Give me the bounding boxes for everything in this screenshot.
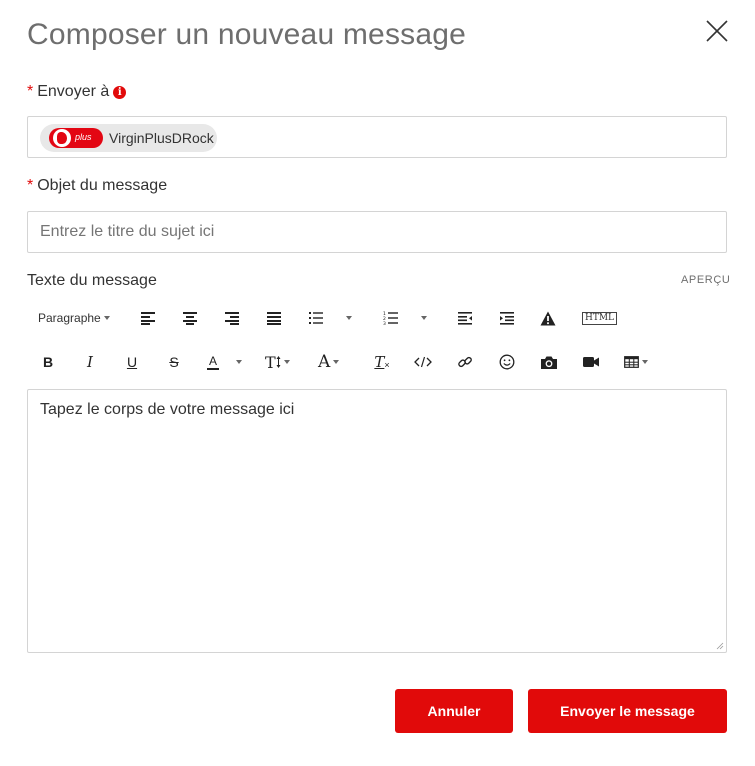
- align-center-icon: [183, 312, 197, 325]
- code-icon: [414, 356, 432, 368]
- insert-image-button[interactable]: [539, 350, 559, 374]
- svg-text:3: 3: [383, 321, 386, 325]
- smiley-icon: [499, 354, 515, 370]
- chevron-down-icon: [283, 360, 290, 364]
- resize-handle-icon[interactable]: [716, 642, 724, 650]
- close-button[interactable]: [704, 18, 730, 44]
- font-family-dropdown[interactable]: A: [318, 350, 348, 374]
- html-icon: HTML: [581, 311, 618, 325]
- indent-button[interactable]: [498, 306, 516, 330]
- recipient-field[interactable]: plus VirginPlusDRock: [27, 116, 727, 158]
- numbered-list-icon: 1 2 3: [383, 311, 398, 325]
- font-size-icon: T: [265, 352, 276, 372]
- chevron-down-icon: [103, 316, 110, 320]
- chevron-down-icon: [421, 316, 427, 320]
- font-color-icon: A: [207, 353, 220, 370]
- bold-icon: B: [42, 354, 54, 370]
- recipient-chip-name: VirginPlusDRock: [109, 130, 214, 146]
- insert-video-button[interactable]: [581, 350, 601, 374]
- dialog-title: Composer un nouveau message: [27, 18, 466, 51]
- strikethrough-icon: S: [169, 354, 179, 370]
- html-source-button[interactable]: HTML: [581, 306, 618, 330]
- subject-label: * Objet du message: [27, 177, 167, 195]
- chevron-down-icon: [333, 360, 340, 364]
- required-marker: *: [27, 177, 34, 194]
- code-button[interactable]: [413, 350, 433, 374]
- recipient-label-text: Envoyer à: [37, 83, 110, 100]
- preview-link[interactable]: APERÇU: [681, 274, 730, 286]
- cancel-button[interactable]: Annuler: [395, 689, 513, 733]
- up-down-arrows-icon: [276, 356, 281, 368]
- clear-format-icon: T: [374, 353, 385, 371]
- bold-button[interactable]: B: [40, 350, 56, 374]
- special-warning-button[interactable]: [539, 306, 557, 330]
- info-icon[interactable]: i: [113, 86, 127, 99]
- avatar: plus: [49, 128, 103, 148]
- insert-table-dropdown[interactable]: [624, 350, 654, 374]
- align-right-icon: [225, 312, 239, 325]
- subject-label-text: Objet du message: [37, 177, 168, 194]
- paragraph-format-label: Paragraphe: [38, 311, 101, 325]
- message-label: Texte du message: [27, 272, 157, 289]
- bullet-list-dropdown[interactable]: [308, 306, 356, 330]
- align-left-button[interactable]: [139, 306, 157, 330]
- required-marker: *: [27, 83, 34, 100]
- align-left-icon: [141, 312, 155, 325]
- strikethrough-button[interactable]: S: [166, 350, 182, 374]
- emoji-button[interactable]: [498, 350, 516, 374]
- camera-icon: [541, 356, 557, 369]
- numbered-list-dropdown[interactable]: 1 2 3: [383, 306, 431, 330]
- indent-icon: [500, 312, 514, 325]
- underline-icon: U: [126, 354, 138, 370]
- bullet-list-icon: [309, 312, 323, 324]
- underline-button[interactable]: U: [124, 350, 140, 374]
- warning-icon: [540, 311, 556, 325]
- recipient-label: * Envoyer ài: [27, 83, 127, 101]
- chevron-down-icon: [642, 360, 648, 364]
- close-icon: [706, 20, 728, 42]
- font-family-icon: A: [318, 352, 331, 372]
- align-right-button[interactable]: [223, 306, 241, 330]
- message-body-editor[interactable]: Tapez le corps de votre message ici: [27, 389, 727, 653]
- align-center-button[interactable]: [181, 306, 199, 330]
- font-color-dropdown[interactable]: A: [207, 350, 249, 374]
- send-message-button[interactable]: Envoyer le message: [528, 689, 727, 733]
- italic-button[interactable]: I: [82, 350, 98, 374]
- outdent-button[interactable]: [456, 306, 474, 330]
- clear-format-button[interactable]: T ×: [373, 350, 391, 374]
- chevron-down-icon: [236, 360, 243, 364]
- table-icon: [624, 356, 639, 368]
- chevron-down-icon: [346, 316, 352, 320]
- outdent-icon: [458, 312, 472, 325]
- subject-input[interactable]: [27, 211, 727, 253]
- message-body-placeholder: Tapez le corps de votre message ici: [40, 401, 295, 418]
- italic-icon: I: [87, 353, 93, 371]
- recipient-chip[interactable]: plus VirginPlusDRock: [40, 124, 217, 152]
- align-justify-button[interactable]: [265, 306, 283, 330]
- paragraph-format-dropdown[interactable]: Paragraphe: [38, 306, 110, 330]
- align-justify-icon: [267, 312, 281, 325]
- link-icon: [458, 356, 472, 368]
- video-camera-icon: [583, 357, 599, 367]
- insert-link-button[interactable]: [456, 350, 474, 374]
- font-size-dropdown[interactable]: T: [265, 350, 295, 374]
